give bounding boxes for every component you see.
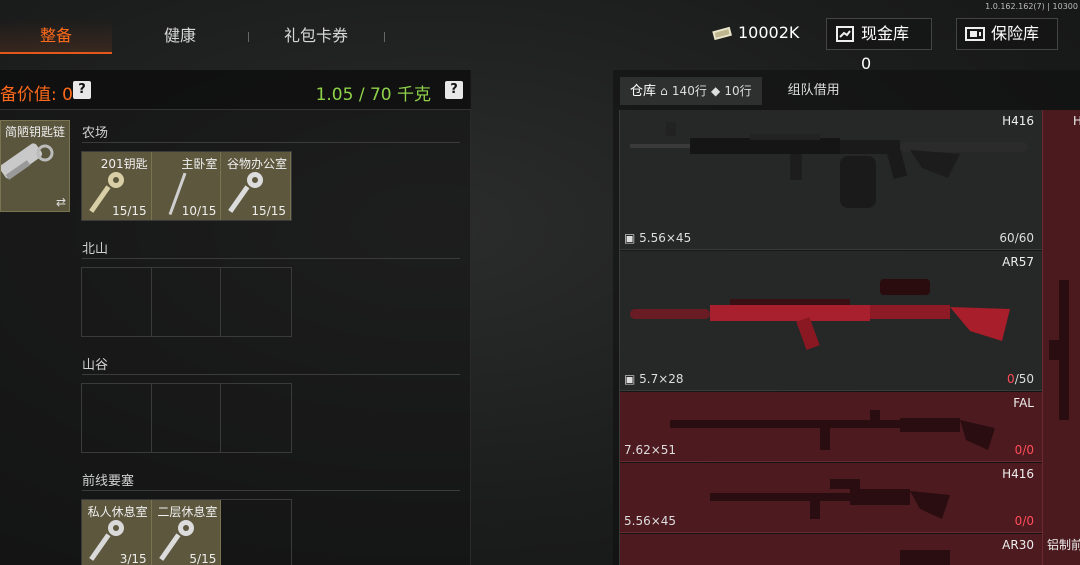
- key-slot[interactable]: 私人休息室 3/15: [82, 500, 152, 565]
- tag-rows: 10行: [724, 84, 752, 98]
- rifle-icon: [670, 410, 995, 450]
- section-title-frontline-fortress: 前线要塞: [82, 474, 135, 489]
- weight-display: 1.05 / 70 千克: [315, 85, 431, 105]
- weapon-name: H416: [1002, 114, 1034, 128]
- empty-key-slot[interactable]: [152, 268, 222, 336]
- empty-key-slot[interactable]: [221, 384, 291, 452]
- tab-equipment[interactable]: 整备: [0, 18, 112, 54]
- section-divider: [82, 142, 460, 143]
- weapon-ammo: 60/60: [999, 231, 1034, 245]
- stash-rows: 140行: [671, 84, 707, 98]
- keychain-slot[interactable]: 简陋钥匙链 ⇄: [0, 120, 70, 212]
- stash-tabs: 仓库 ⌂ 140行 ◆ 10行 组队借用: [620, 77, 850, 105]
- weight-help-icon[interactable]: ?: [445, 81, 463, 99]
- empty-key-slot[interactable]: [221, 268, 291, 336]
- weapon-name: H416: [1002, 467, 1034, 481]
- weapon-name: AR57: [1002, 255, 1034, 269]
- key-slot[interactable]: 201钥匙 15/15: [82, 152, 152, 220]
- key-name: 私人休息室: [87, 505, 148, 519]
- cash-icon: [712, 26, 732, 41]
- section-title-valley: 山谷: [82, 358, 109, 373]
- empty-key-slot[interactable]: [82, 268, 152, 336]
- key-uses: 15/15: [112, 204, 147, 218]
- rifle-icon: [900, 550, 950, 565]
- vault-button[interactable]: 保险库: [956, 18, 1058, 50]
- equipment-value: 备价值: 0: [0, 85, 73, 105]
- empty-key-slot[interactable]: [221, 500, 291, 565]
- weapon-item[interactable]: FAL 7.62×51 0/0: [620, 392, 1042, 462]
- section-title-farm: 农场: [82, 126, 109, 141]
- side-item-name: H: [1073, 114, 1080, 128]
- key-name: 主卧室: [181, 157, 218, 171]
- section-divider: [82, 490, 460, 491]
- key-slots-north-hill: [81, 267, 292, 337]
- weapon-ammo: 0/50: [1007, 372, 1034, 386]
- key-slot[interactable]: 谷物办公室 15/15: [221, 152, 292, 220]
- section-divider: [82, 258, 460, 259]
- side-item-name: 铝制前: [1047, 538, 1080, 552]
- key-name: 谷物办公室: [227, 157, 288, 171]
- tab-health[interactable]: 健康: [125, 18, 235, 54]
- home-icon: ⌂: [660, 84, 668, 98]
- cashbox-label: 现金库 0: [861, 24, 910, 73]
- weapon-name: FAL: [1013, 396, 1034, 410]
- keychain-label: 简陋钥匙链: [5, 125, 66, 139]
- cash-display[interactable]: 10002K: [704, 18, 814, 50]
- tab-divider: [384, 32, 385, 42]
- weapon-caliber: ▣ 5.7×28: [624, 372, 684, 386]
- stash-tab-label: 仓库: [630, 84, 657, 99]
- cash-amount: 10002K: [738, 23, 800, 42]
- equipment-panel: 备价值: 0 ? 1.05 / 70 千克 ? 简陋钥匙链 ⇄ 农场 201钥匙…: [0, 70, 471, 565]
- key-name: 二层休息室: [157, 505, 218, 519]
- weapon-caliber: 5.56×45: [624, 514, 677, 528]
- version-label: 1.0.162.162(7) | 10300: [985, 2, 1078, 11]
- key-uses: 15/15: [251, 204, 287, 218]
- stash-side-column[interactable]: H 铝制前: [1042, 110, 1080, 565]
- ammo-icon: ▣: [624, 372, 640, 386]
- cashbox-icon: [836, 26, 854, 42]
- section-title-north-hill: 北山: [82, 242, 109, 257]
- ammo-icon: ▣: [624, 231, 640, 245]
- key-uses: 5/15: [189, 552, 217, 565]
- empty-key-slot[interactable]: [152, 384, 222, 452]
- swap-icon[interactable]: ⇄: [56, 195, 66, 209]
- tab-divider: [248, 32, 249, 42]
- equipment-header: 备价值: 0 ? 1.05 / 70 千克 ?: [0, 70, 471, 110]
- key-slots-farm: 201钥匙 15/15 主卧室 10/15 谷物办公室 15/15: [81, 151, 292, 221]
- rifle-icon: [630, 122, 1028, 208]
- tab-stash[interactable]: 仓库 ⌂ 140行 ◆ 10行: [620, 77, 762, 105]
- tag-icon: ◆: [710, 84, 721, 98]
- section-divider: [82, 374, 460, 375]
- equipment-value-help-icon[interactable]: ?: [73, 81, 91, 99]
- key-icon: [1, 143, 54, 180]
- key-slot[interactable]: 二层休息室 5/15: [151, 500, 222, 565]
- weapon-item[interactable]: AR57 ▣ 5.7×28 0/50: [620, 251, 1042, 391]
- weapon-caliber: ▣ 5.56×45: [624, 231, 692, 245]
- empty-key-slot[interactable]: [82, 384, 152, 452]
- vault-icon: [965, 27, 985, 41]
- cashbox-button[interactable]: 现金库 0: [826, 18, 932, 73]
- rifle-icon: [630, 279, 1010, 350]
- rifle-icon: [1049, 280, 1069, 420]
- weapon-item[interactable]: H416 5.56×45 0/0: [620, 463, 1042, 533]
- weapon-item[interactable]: AR30: [620, 534, 1042, 565]
- key-slots-valley: [81, 383, 292, 453]
- key-slots-frontline-fortress: 私人休息室 3/15 二层休息室 5/15: [81, 499, 292, 565]
- weapon-item[interactable]: H416 ▣ 5.56×45 60/60: [620, 110, 1042, 250]
- tab-gift-cards[interactable]: 礼包卡券: [258, 18, 374, 54]
- stash-grid: H416 ▣ 5.56×45 60/60 AR57 ▣ 5.7×28 0/50 …: [619, 110, 1042, 565]
- vault-label: 保险库: [991, 24, 1040, 43]
- rifle-icon: [710, 479, 950, 519]
- key-slot[interactable]: 主卧室 10/15: [151, 152, 222, 220]
- weapon-ammo: 0/0: [1014, 443, 1034, 457]
- weapon-name: AR30: [1002, 538, 1034, 552]
- weapon-ammo: 0/0: [1014, 514, 1034, 528]
- top-nav: 整备 健康 礼包卡券: [0, 18, 470, 54]
- key-uses: 3/15: [119, 552, 147, 565]
- key-uses: 10/15: [181, 204, 217, 218]
- key-name: 201钥匙: [100, 157, 148, 171]
- tab-squad-borrow[interactable]: 组队借用: [778, 77, 850, 105]
- weapon-caliber: 7.62×51: [624, 443, 677, 457]
